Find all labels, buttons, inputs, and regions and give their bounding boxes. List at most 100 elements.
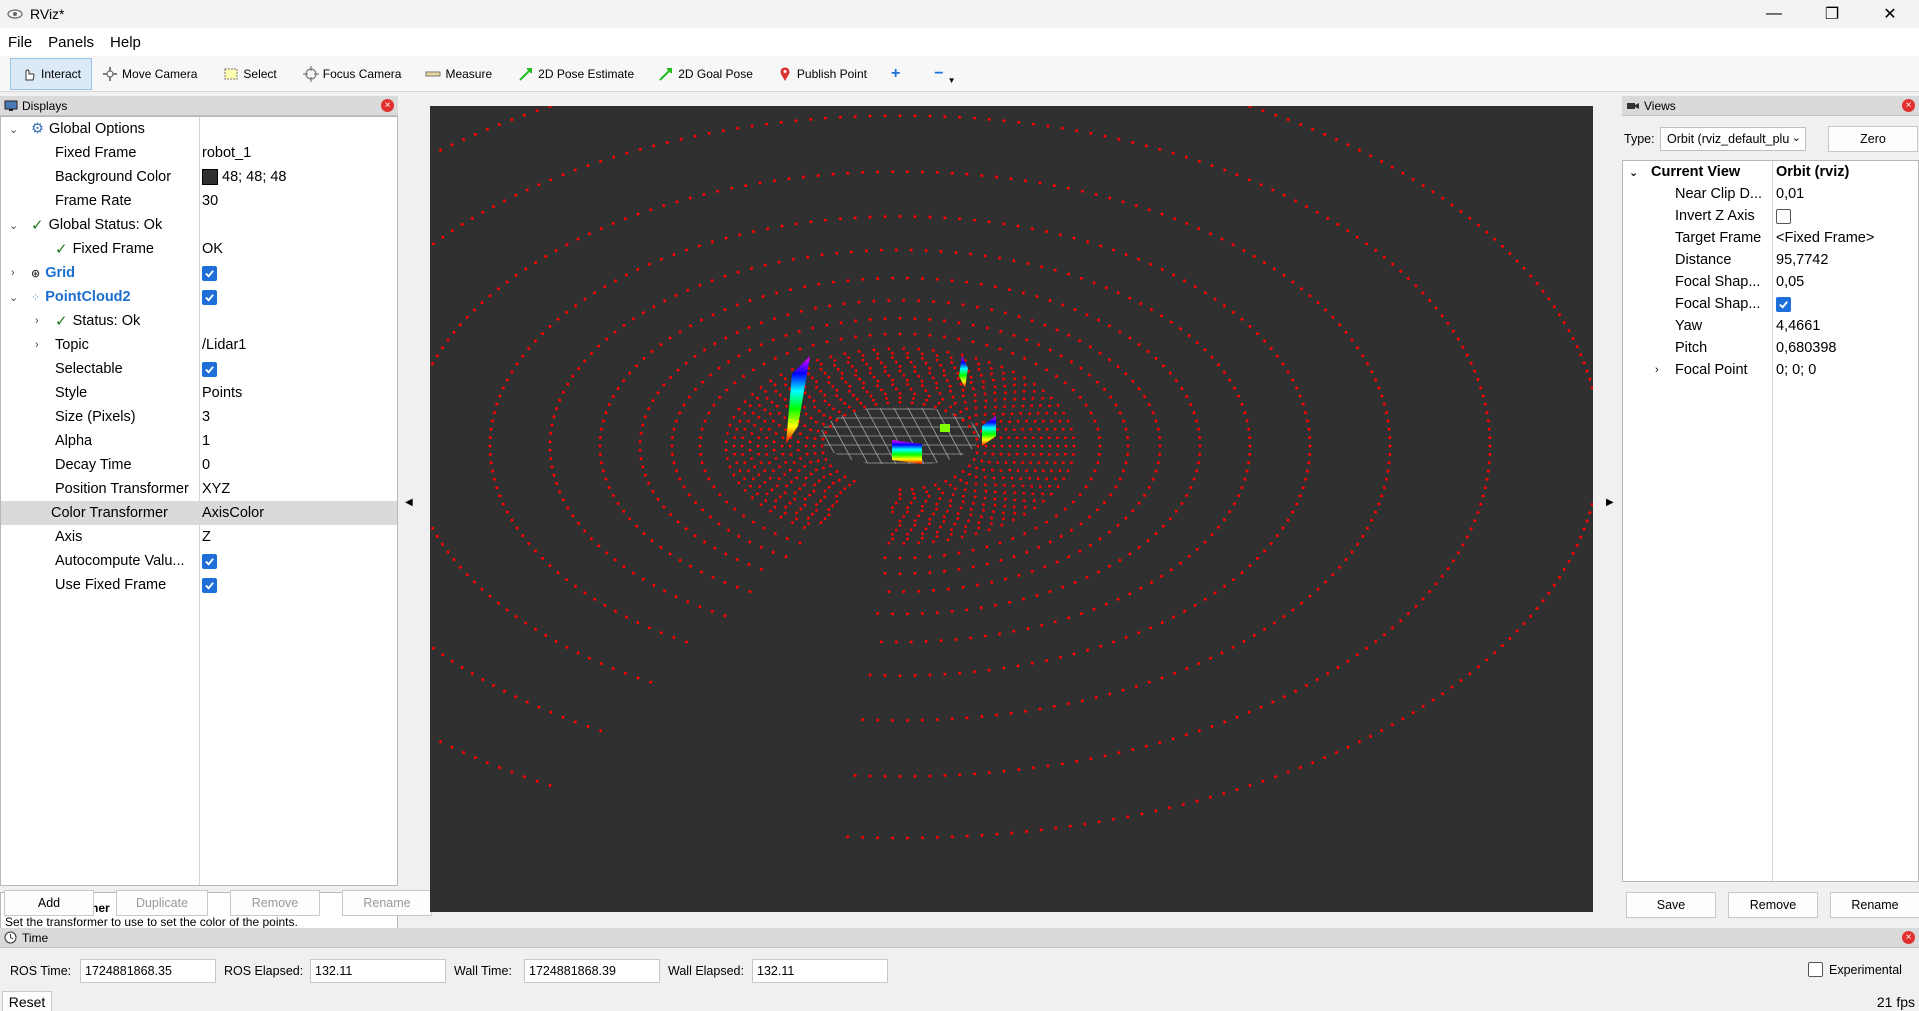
frame-rate-value[interactable]: 30: [202, 193, 218, 209]
interact-tool-button[interactable]: Interact: [10, 57, 93, 90]
point-cloud-scene[interactable]: [430, 106, 1593, 912]
pitch-value[interactable]: 0,680398: [1776, 340, 1836, 356]
selectable-checkbox[interactable]: [202, 361, 217, 377]
chevron-down-icon[interactable]: ⌄: [9, 219, 18, 232]
goal-pose-tool-button[interactable]: 2D Goal Pose: [648, 58, 763, 90]
distance-value[interactable]: 95,7742: [1776, 252, 1828, 268]
wall-time-field[interactable]: 1724881868.39: [524, 959, 660, 983]
chevron-right-icon[interactable]: ›: [11, 267, 15, 279]
tree-row-style[interactable]: Style Points: [1, 381, 397, 405]
style-value[interactable]: Points: [202, 385, 242, 401]
measure-tool-button[interactable]: Measure: [415, 58, 502, 90]
tree-row-color-transformer[interactable]: Color Transformer AxisColor: [1, 501, 397, 525]
ros-time-field[interactable]: 1724881868.35: [80, 959, 216, 983]
view-prop-row[interactable]: Focal Shap...: [1623, 293, 1919, 315]
close-views-icon[interactable]: ×: [1902, 99, 1915, 112]
tree-row-grid[interactable]: › ⊛ Grid: [1, 261, 397, 285]
view-prop-row[interactable]: Distance 95,7742: [1623, 249, 1919, 271]
view-prop-row[interactable]: Focal Shap... 0,05: [1623, 271, 1919, 293]
focus-camera-tool-button[interactable]: Focus Camera: [293, 58, 412, 90]
tree-row-topic[interactable]: › Topic /Lidar1: [1, 333, 397, 357]
tree-row-decay-time[interactable]: Decay Time 0: [1, 453, 397, 477]
tree-row-status-fixed-frame[interactable]: ✓ Fixed Frame OK: [1, 237, 397, 261]
use-fixed-frame-checkbox[interactable]: [202, 577, 217, 593]
color-swatch[interactable]: [202, 169, 218, 185]
focal-point-value[interactable]: 0; 0; 0: [1776, 362, 1816, 378]
tree-row-position-transformer[interactable]: Position Transformer XYZ: [1, 477, 397, 501]
chevron-right-icon[interactable]: ›: [1655, 364, 1659, 376]
tree-row-size[interactable]: Size (Pixels) 3: [1, 405, 397, 429]
size-value[interactable]: 3: [202, 409, 210, 425]
ros-elapsed-field[interactable]: 132.11: [310, 959, 446, 983]
target-frame-value[interactable]: <Fixed Frame>: [1776, 230, 1874, 246]
chevron-down-icon[interactable]: ⌄: [9, 291, 18, 304]
pointcloud2-enabled-checkbox[interactable]: [202, 289, 217, 305]
view-prop-row[interactable]: › Focal Point 0; 0; 0: [1623, 359, 1919, 381]
color-transformer-value[interactable]: AxisColor: [202, 505, 264, 521]
autocompute-checkbox[interactable]: [202, 553, 217, 569]
view-type-select[interactable]: Orbit (rviz_default_plu ⌄: [1660, 127, 1806, 151]
current-view-row[interactable]: ⌄ Current View Orbit (rviz): [1623, 161, 1919, 183]
position-transformer-value[interactable]: XYZ: [202, 481, 230, 497]
tree-row-frame-rate[interactable]: Frame Rate 30: [1, 189, 397, 213]
3d-render-viewport[interactable]: [430, 106, 1593, 912]
experimental-checkbox[interactable]: [1808, 962, 1823, 977]
pose-estimate-tool-button[interactable]: 2D Pose Estimate: [508, 58, 644, 90]
topic-value[interactable]: /Lidar1: [202, 337, 246, 353]
tree-row-pointcloud2[interactable]: ⌄ ⁘ PointCloud2: [1, 285, 397, 309]
tree-row-selectable[interactable]: Selectable: [1, 357, 397, 381]
move-camera-tool-button[interactable]: Move Camera: [92, 58, 207, 90]
collapse-right-arrow-icon[interactable]: ▶: [1606, 497, 1614, 508]
rename-view-button[interactable]: Rename: [1830, 892, 1919, 918]
chevron-down-icon[interactable]: ⌄: [1629, 166, 1638, 179]
remove-tool-button[interactable]: − ▼: [924, 58, 965, 90]
invert-z-checkbox[interactable]: [1776, 208, 1791, 224]
menu-panels[interactable]: Panels: [40, 34, 102, 51]
publish-point-tool-button[interactable]: Publish Point: [767, 58, 877, 90]
close-displays-icon[interactable]: ×: [381, 99, 394, 112]
focal-shape-fixed-checkbox[interactable]: [1776, 296, 1791, 312]
view-prop-row[interactable]: Yaw 4,4661: [1623, 315, 1919, 337]
view-prop-row[interactable]: Invert Z Axis: [1623, 205, 1919, 227]
wall-elapsed-field[interactable]: 132.11: [752, 959, 888, 983]
grid-enabled-checkbox[interactable]: [202, 265, 217, 281]
remove-display-button[interactable]: Remove: [230, 890, 320, 916]
tree-row-fixed-frame[interactable]: Fixed Frame robot_1: [1, 141, 397, 165]
tree-row-alpha[interactable]: Alpha 1: [1, 429, 397, 453]
view-prop-row[interactable]: Near Clip D... 0,01: [1623, 183, 1919, 205]
menu-file[interactable]: File: [0, 34, 40, 51]
view-prop-row[interactable]: Target Frame <Fixed Frame>: [1623, 227, 1919, 249]
tree-row-global-options[interactable]: ⌄ ⚙ Global Options: [1, 117, 397, 141]
tree-row-use-fixed-frame[interactable]: Use Fixed Frame: [1, 573, 397, 597]
duplicate-display-button[interactable]: Duplicate: [116, 890, 208, 916]
zero-button[interactable]: Zero: [1828, 126, 1918, 152]
tree-row-pc-status[interactable]: › ✓ Status: Ok: [1, 309, 397, 333]
add-tool-button[interactable]: +: [881, 58, 910, 90]
decay-time-value[interactable]: 0: [202, 457, 210, 473]
reset-button[interactable]: Reset: [2, 991, 52, 1011]
fixed-frame-value[interactable]: robot_1: [202, 145, 251, 161]
remove-view-button[interactable]: Remove: [1728, 892, 1818, 918]
collapse-left-arrow-icon[interactable]: ◀: [405, 497, 413, 508]
maximize-button[interactable]: ❐: [1803, 0, 1861, 28]
view-prop-row[interactable]: Pitch 0,680398: [1623, 337, 1919, 359]
tree-row-axis[interactable]: Axis Z: [1, 525, 397, 549]
chevron-down-icon[interactable]: ⌄: [9, 123, 18, 136]
axis-value[interactable]: Z: [202, 529, 211, 545]
tree-row-autocompute[interactable]: Autocompute Valu...: [1, 549, 397, 573]
select-tool-button[interactable]: Select: [213, 58, 286, 90]
chevron-right-icon[interactable]: ›: [35, 339, 39, 351]
alpha-value[interactable]: 1: [202, 433, 210, 449]
focal-shape-size-value[interactable]: 0,05: [1776, 274, 1804, 290]
chevron-right-icon[interactable]: ›: [35, 315, 39, 327]
yaw-value[interactable]: 4,4661: [1776, 318, 1820, 334]
close-window-button[interactable]: ✕: [1861, 0, 1919, 28]
near-clip-value[interactable]: 0,01: [1776, 186, 1804, 202]
close-time-icon[interactable]: ×: [1902, 931, 1915, 944]
rename-display-button[interactable]: Rename: [342, 890, 432, 916]
menu-help[interactable]: Help: [102, 34, 149, 51]
tree-row-global-status[interactable]: ⌄ ✓ Global Status: Ok: [1, 213, 397, 237]
minimize-button[interactable]: —: [1745, 0, 1803, 28]
experimental-toggle[interactable]: Experimental: [1808, 962, 1902, 977]
tree-row-background-color[interactable]: Background Color 48; 48; 48: [1, 165, 397, 189]
